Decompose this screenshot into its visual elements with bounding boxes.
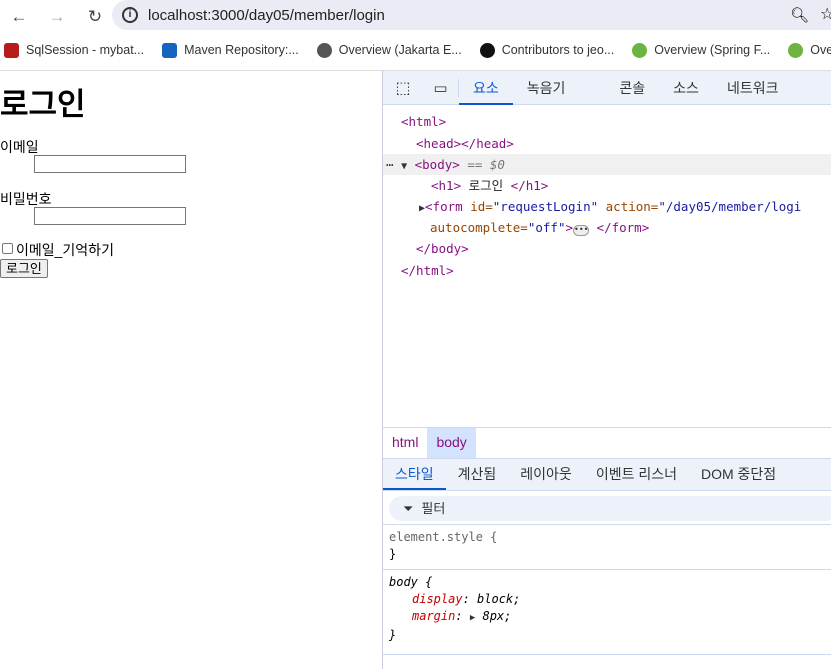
forward-icon[interactable]: →	[38, 7, 76, 27]
dom-tree: <html> <head></head> ⋯ ▼ <body> == $0 <h…	[383, 105, 831, 425]
page-title: 로그인	[0, 87, 86, 122]
info-icon[interactable]: i	[122, 7, 138, 23]
dom-node-form[interactable]: ▶<form id="requestLogin" action="/day05/…	[419, 196, 801, 217]
bookmark-label: SqlSession - mybat...	[26, 43, 145, 57]
tab-dom-breakpoints[interactable]: DOM 중단점	[689, 459, 788, 490]
tab-sources[interactable]: 소스	[659, 71, 713, 105]
browser-toolbar: ← → ↻ i localhost:3000/day05/member/logi…	[0, 0, 831, 34]
more-icon[interactable]: ⋯	[383, 157, 394, 172]
maven-icon	[162, 42, 178, 58]
rule-body: body { display: block; margin: ▶ 8px; }	[383, 569, 831, 655]
dom-node-body-close: </body>	[416, 241, 469, 256]
prop-margin[interactable]: margin: ▶ 8px;	[389, 608, 826, 627]
filter-icon: ⏷	[403, 501, 414, 516]
dom-node-html[interactable]: <html>	[401, 111, 446, 132]
reload-icon[interactable]: ↻	[76, 7, 114, 27]
bookmark-item[interactable]: Overview (Jakarta E...	[316, 42, 462, 58]
bookmark-item[interactable]: Maven Repository:...	[162, 42, 299, 58]
password-label: 비밀번호	[0, 191, 52, 207]
spring-icon	[788, 42, 804, 58]
expand-triangle-icon[interactable]: ▼	[401, 161, 407, 172]
tab-console[interactable]: 콘솔	[605, 71, 659, 105]
email-input[interactable]	[34, 155, 186, 173]
dom-node-html-close: </html>	[401, 263, 454, 278]
bookmarks-bar: SqlSession - mybat... Maven Repository:..…	[0, 36, 831, 64]
login-button[interactable]: 로그인	[0, 259, 48, 278]
dom-node-form-cont[interactable]: autocomplete="off">••• </form>	[430, 217, 649, 238]
remember-email-label[interactable]: 이메일_기억하기	[16, 240, 114, 260]
rule-element-style: element.style { }	[383, 524, 831, 569]
tab-elements[interactable]: 요소	[459, 71, 513, 105]
tab-network[interactable]: 네트워크	[713, 71, 793, 105]
github-icon	[479, 42, 495, 58]
zoom-icon[interactable]: 🔍︎	[790, 6, 809, 24]
url-text[interactable]: localhost:3000/day05/member/login	[148, 7, 385, 24]
page-viewport: 로그인 이메일 비밀번호 이메일_기억하기 로그인	[0, 70, 382, 669]
ellipsis-icon[interactable]: •••	[573, 225, 590, 236]
bookmark-item[interactable]: Overview	[788, 42, 831, 58]
styles-tabs: 스타일 계산됨 레이아웃 이벤트 리스너 DOM 중단점	[383, 458, 831, 491]
bookmark-label: Maven Repository:...	[184, 43, 299, 57]
style-rules: element.style { } body { display: block;…	[383, 524, 831, 655]
device-toolbar-icon[interactable]: ▭	[423, 78, 459, 97]
bookmark-star-icon[interactable]: ☆	[820, 4, 831, 24]
bookmark-item[interactable]: Contributors to jeo...	[479, 42, 615, 58]
tab-layout[interactable]: 레이아웃	[508, 459, 584, 490]
tab-styles[interactable]: 스타일	[383, 459, 446, 490]
devtools-panel: ⬚ ▭ 요소 녹음기 콘솔 소스 네트워크 <html> <head></hea…	[382, 70, 831, 669]
bookmark-label: Overview (Jakarta E...	[338, 43, 462, 57]
tab-recorder[interactable]: 녹음기	[513, 71, 606, 105]
dom-node-body[interactable]: ⋯ ▼ <body> == $0	[383, 154, 831, 175]
breadcrumb: html body	[383, 427, 831, 458]
bookmark-label: Overview	[810, 43, 831, 57]
remember-email-checkbox[interactable]	[2, 243, 13, 254]
dom-node-h1[interactable]: <h1> 로그인 </h1>	[431, 175, 548, 196]
prop-display[interactable]: display: block;	[389, 591, 826, 608]
book-icon	[4, 42, 19, 58]
email-label: 이메일	[0, 139, 39, 155]
password-input[interactable]	[34, 207, 186, 225]
back-icon[interactable]: ←	[0, 7, 38, 27]
devtools-tabs: ⬚ ▭ 요소 녹음기 콘솔 소스 네트워크	[383, 71, 831, 105]
inspect-element-icon[interactable]: ⬚	[383, 78, 423, 98]
bookmark-item[interactable]: SqlSession - mybat...	[4, 42, 145, 58]
spring-icon	[632, 42, 648, 58]
breadcrumb-body[interactable]: body	[427, 428, 476, 458]
breadcrumb-html[interactable]: html	[383, 428, 427, 458]
dom-node-head[interactable]: <head></head>	[416, 133, 514, 154]
bookmark-item[interactable]: Overview (Spring F...	[632, 42, 771, 58]
tab-event-listeners[interactable]: 이벤트 리스너	[584, 459, 689, 490]
tab-computed[interactable]: 계산됨	[446, 459, 509, 490]
expand-triangle-icon: ▶	[469, 613, 476, 623]
address-bar[interactable]: i localhost:3000/day05/member/login	[112, 0, 831, 30]
bookmark-label: Overview (Spring F...	[654, 43, 771, 57]
styles-filter-input[interactable]: ⏷ 필터	[389, 496, 831, 521]
globe-icon	[316, 42, 332, 58]
bookmark-label: Contributors to jeo...	[501, 43, 615, 57]
